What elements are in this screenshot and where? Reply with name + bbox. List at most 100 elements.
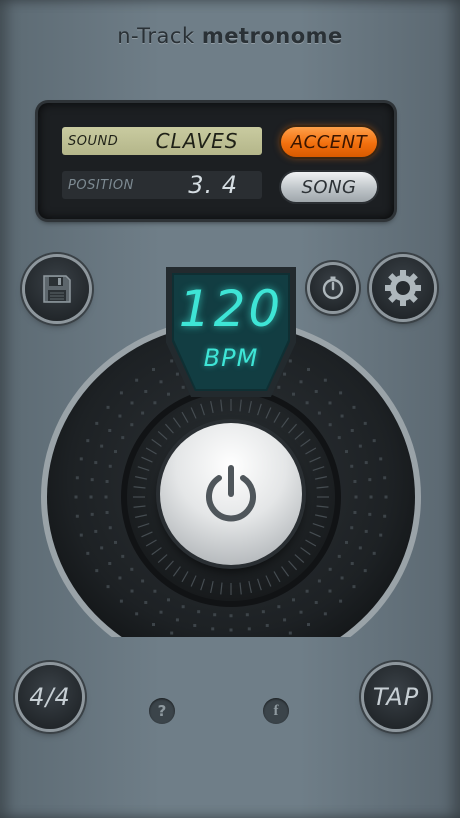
settings-button[interactable] xyxy=(372,257,434,319)
dial-dot xyxy=(121,554,125,558)
dial-dot xyxy=(317,579,321,583)
dial-dot xyxy=(337,436,341,440)
dial-dot xyxy=(299,380,303,384)
dial-dot xyxy=(108,429,112,432)
save-icon xyxy=(43,275,71,303)
time-signature-button[interactable]: 4/4 xyxy=(18,665,82,729)
dial-dot xyxy=(305,589,309,593)
dial-dot xyxy=(175,618,179,622)
dial-dot xyxy=(305,401,309,405)
dial-dot xyxy=(79,457,83,461)
dial-dot xyxy=(118,414,122,418)
dial-dot xyxy=(229,628,233,632)
dial-dot xyxy=(265,623,269,627)
dial-dot xyxy=(344,540,348,544)
dial-dot xyxy=(135,378,139,382)
dial-dot xyxy=(307,367,310,371)
gear-icon xyxy=(385,270,421,306)
dial-dot xyxy=(229,614,233,618)
dial-dot xyxy=(379,457,383,461)
dial-dot xyxy=(372,439,376,443)
dial-dot xyxy=(118,576,122,580)
dial-dot xyxy=(106,585,110,589)
song-button[interactable]: SONG xyxy=(281,172,377,202)
dial-dot xyxy=(119,391,123,395)
dial-dot xyxy=(141,579,145,583)
dial-dot xyxy=(261,610,265,614)
accent-button[interactable]: ACCENT xyxy=(281,127,377,157)
dial-dot xyxy=(340,414,344,418)
dial-dot xyxy=(369,495,373,499)
bpm-unit: BPM xyxy=(203,344,259,372)
dial-dot xyxy=(350,429,354,432)
dial-dot xyxy=(181,605,185,609)
dial-dot xyxy=(144,389,148,393)
dial-dot xyxy=(153,589,157,593)
sound-selector[interactable]: SOUND CLAVES xyxy=(62,127,262,155)
dial-dot xyxy=(277,605,281,609)
dial-dot xyxy=(358,546,362,550)
dial-dot xyxy=(121,436,125,440)
dial-dot xyxy=(328,401,332,405)
dial-dot xyxy=(94,529,98,533)
dial-dot xyxy=(350,464,354,468)
dial-dot xyxy=(144,601,148,605)
dial-dot xyxy=(337,554,341,558)
dial-dot xyxy=(119,599,123,603)
facebook-icon[interactable]: f xyxy=(263,698,289,724)
dial-dot xyxy=(159,610,163,614)
dial-dot xyxy=(352,405,356,409)
timer-button[interactable] xyxy=(310,265,356,311)
dial-dot xyxy=(384,495,388,499)
dial-dot xyxy=(328,589,332,593)
dial-dot xyxy=(95,569,99,573)
display-panel: SOUND CLAVES POSITION 3. 4 ACCENT SONG xyxy=(38,103,394,219)
bpm-display[interactable]: 120 BPM xyxy=(165,266,297,400)
app-title-bold: metronome xyxy=(201,24,343,48)
dial-dot xyxy=(106,405,110,409)
start-stop-button[interactable] xyxy=(160,423,302,565)
dial-dot xyxy=(130,423,134,427)
dial-dot xyxy=(86,439,90,443)
dial-dot xyxy=(94,461,98,465)
dial-dot xyxy=(328,423,332,427)
help-icon[interactable]: ? xyxy=(149,698,175,724)
dial-dot xyxy=(288,631,292,635)
dial-dot xyxy=(353,511,357,514)
dial-dot xyxy=(340,576,344,580)
dial-dot xyxy=(245,613,249,617)
dial-dot xyxy=(339,391,343,395)
dial-dot xyxy=(193,623,197,627)
dial-dot xyxy=(130,589,134,593)
dial-dot xyxy=(167,598,170,602)
app-title: n-Track metronome xyxy=(0,24,460,48)
dial-dot xyxy=(100,444,104,448)
dial-dot xyxy=(314,601,318,605)
save-button[interactable] xyxy=(25,257,89,321)
dial-dot xyxy=(152,623,155,627)
dial-dot xyxy=(364,529,368,533)
dial-dot xyxy=(299,610,303,614)
dial-dot xyxy=(363,421,367,425)
dial-dot xyxy=(152,367,155,371)
dial-dot xyxy=(130,401,134,405)
position-display: POSITION 3. 4 xyxy=(62,171,262,199)
dial-dot xyxy=(350,526,354,530)
dial-dot xyxy=(328,567,332,571)
tap-tempo-button[interactable]: TAP xyxy=(364,665,428,729)
dial-dot xyxy=(352,585,356,589)
dial-dot xyxy=(247,627,251,631)
dial-dot xyxy=(141,411,145,415)
dial-dot xyxy=(364,461,368,465)
dial-dot xyxy=(211,627,215,631)
timer-icon xyxy=(322,276,344,300)
dial-dot xyxy=(89,495,93,499)
dial-dot xyxy=(353,480,357,483)
dial-dot xyxy=(90,512,94,516)
dial-dot xyxy=(86,551,90,555)
dial-dot xyxy=(283,618,287,622)
dial-dot xyxy=(323,612,327,616)
dial-dot xyxy=(114,540,118,544)
dial-dot xyxy=(114,450,118,454)
dial-dot xyxy=(292,598,295,602)
